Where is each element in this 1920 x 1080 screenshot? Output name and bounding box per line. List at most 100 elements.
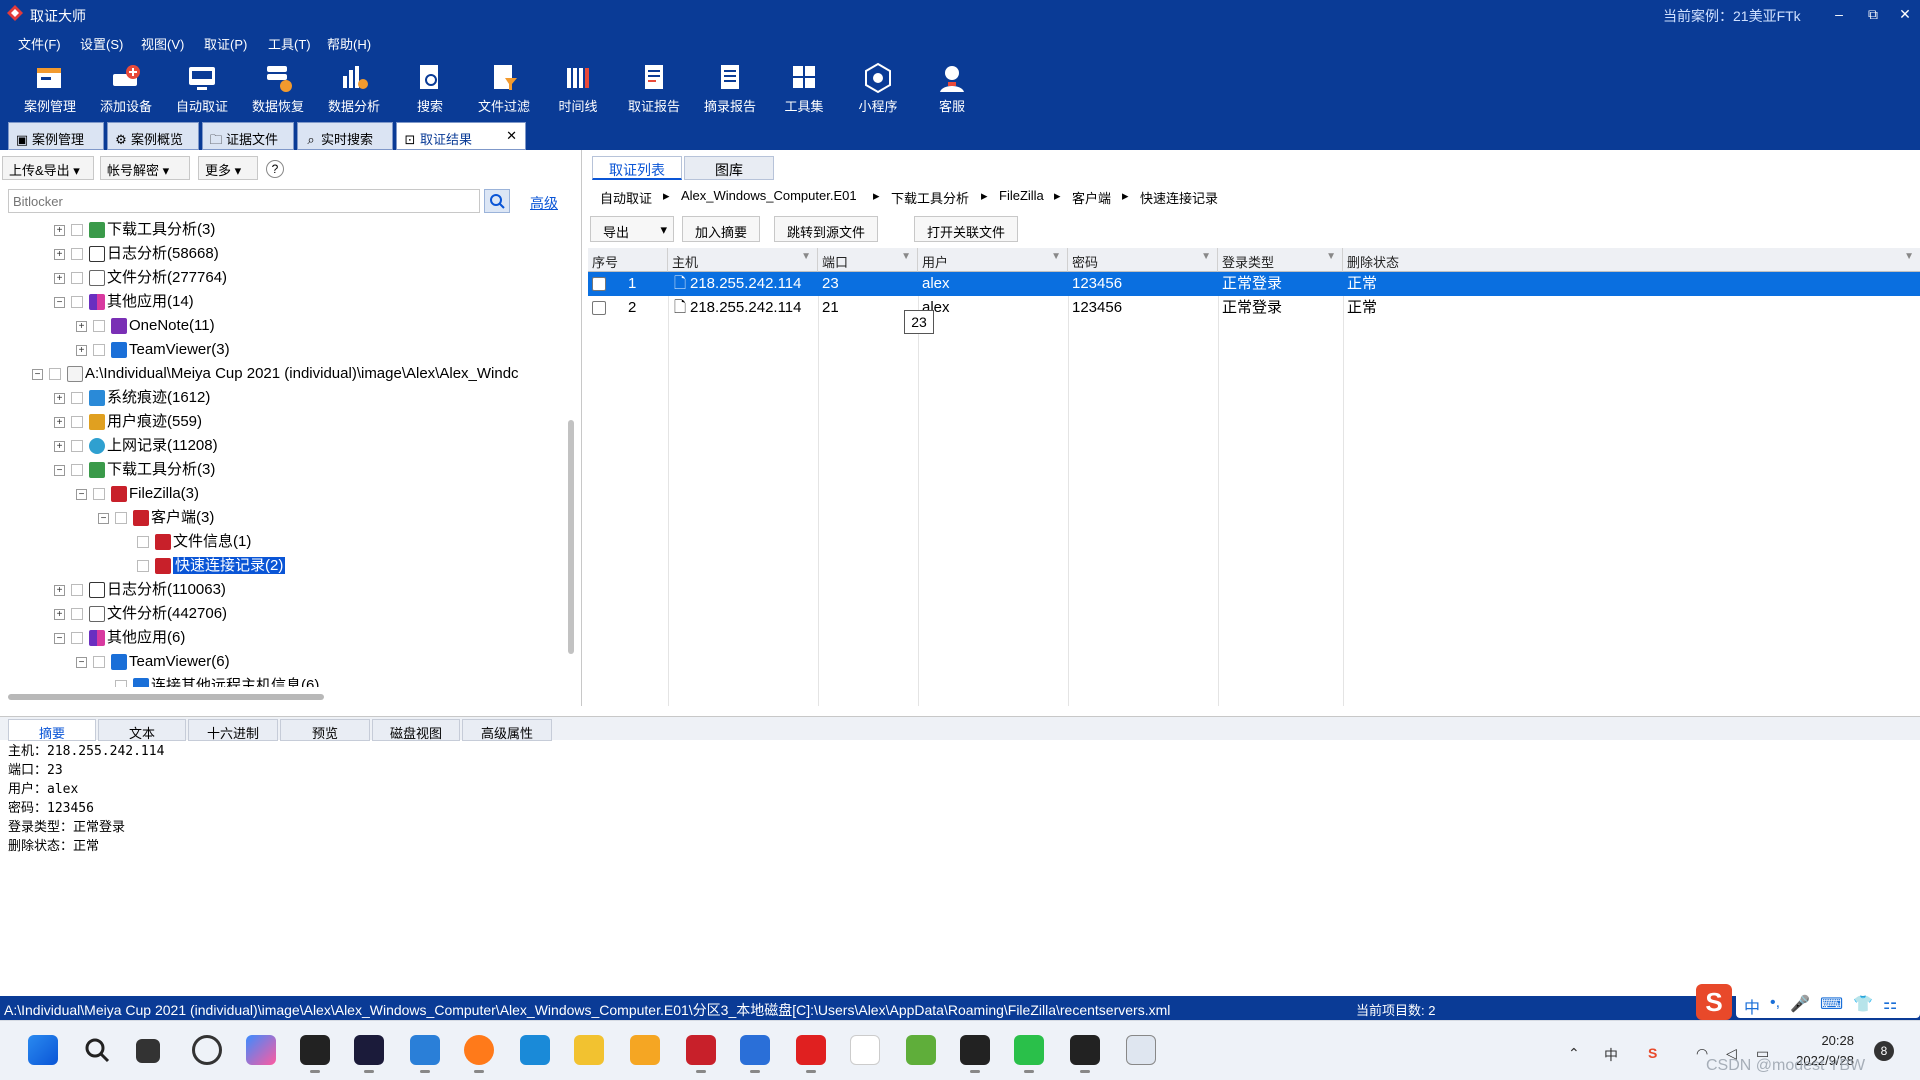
tab-case-overview[interactable]: ⚙ 案例概览 — [107, 122, 199, 150]
tree-checkbox[interactable] — [93, 320, 105, 333]
sogou-ime-icon[interactable]: S — [1696, 984, 1732, 1020]
tree-node[interactable]: + TeamViewer(3) — [76, 339, 230, 361]
chevron-up-icon[interactable]: ⌃ — [1568, 1045, 1580, 1062]
cortana-icon[interactable] — [192, 1035, 222, 1065]
timeline-button[interactable]: 时间线 — [540, 60, 616, 118]
help-icon[interactable]: ? — [266, 160, 284, 178]
column-header[interactable]: 端口 ▼ — [818, 248, 918, 272]
app-icon[interactable] — [1126, 1035, 1156, 1065]
tree-checkbox[interactable] — [71, 584, 83, 597]
jump-source-button[interactable]: 跳转到源文件 — [774, 216, 879, 242]
tree-node[interactable]: − 其他应用(6) — [54, 627, 185, 649]
file-filter-button[interactable]: 文件过滤 — [466, 60, 542, 118]
tree-checkbox[interactable] — [71, 296, 83, 309]
breadcrumb-item[interactable]: FileZilla — [999, 188, 1044, 203]
tree-node[interactable]: + 日志分析(110063) — [54, 579, 226, 601]
customer-service-button[interactable]: 客服 — [914, 60, 990, 118]
tab-summary[interactable]: 摘要 — [8, 719, 96, 741]
tree-search-input[interactable] — [8, 189, 480, 213]
tab-case-management[interactable]: ▣ 案例管理 — [8, 122, 104, 150]
sogou-tray-icon[interactable]: S — [1648, 1045, 1657, 1061]
notification-badge[interactable]: 8 — [1874, 1041, 1894, 1061]
column-header[interactable]: 序号 — [588, 248, 668, 272]
search-icon[interactable] — [82, 1035, 112, 1065]
tree-horizontal-scrollbar[interactable] — [8, 694, 324, 700]
restore-button[interactable]: ⧉ — [1856, 2, 1890, 26]
menu-forensics[interactable]: 取证(P) — [204, 34, 247, 53]
data-analysis-button[interactable]: 数据分析 — [316, 60, 392, 118]
breadcrumb-item[interactable]: 自动取证 — [600, 188, 652, 207]
filter-icon[interactable]: ▼ — [1201, 251, 1211, 262]
tree-node[interactable]: − 下载工具分析(3) — [54, 459, 215, 481]
youdao-icon[interactable] — [796, 1035, 826, 1073]
tree-node[interactable]: + 上网记录(11208) — [54, 435, 218, 457]
tree-node[interactable]: − 其他应用(14) — [54, 291, 194, 313]
column-header[interactable]: 主机 ▼ — [668, 248, 818, 272]
notepad-icon[interactable] — [740, 1035, 770, 1073]
miniprogram-button[interactable]: 小程序 — [840, 60, 916, 118]
add-summary-button[interactable]: 加入摘要 — [682, 216, 761, 242]
firefox-icon[interactable] — [464, 1035, 494, 1073]
filter-icon[interactable]: ▼ — [901, 251, 911, 262]
ime-menu-icon[interactable]: ⚏ — [1883, 994, 1897, 1016]
tree-checkbox[interactable] — [71, 248, 83, 261]
tree-node[interactable]: + 文件分析(277764) — [54, 267, 227, 289]
tree-search-button[interactable] — [484, 189, 510, 213]
tree-checkbox[interactable] — [93, 344, 105, 357]
table-row[interactable]: 1 🗋 218.255.242.114 23 alex 123456 正常登录 … — [588, 272, 1920, 296]
tree-checkbox[interactable] — [71, 392, 83, 405]
tab-evidence-files[interactable]: 🗀 证据文件 — [202, 122, 294, 150]
tree-node[interactable]: − 客户端(3) — [98, 507, 214, 529]
tray-lang-indicator[interactable]: 中 — [1604, 1045, 1618, 1065]
report-button[interactable]: 取证报告 — [616, 60, 692, 118]
tree-node[interactable]: + 用户痕迹(559) — [54, 411, 202, 433]
menu-file[interactable]: 文件(F) — [18, 34, 61, 53]
data-recovery-button[interactable]: 数据恢复 — [240, 60, 316, 118]
tree-vertical-scrollbar[interactable] — [568, 420, 574, 654]
tree-node[interactable]: 连接其他远程主机信息(6) — [98, 675, 319, 687]
tree-node[interactable]: + 下载工具分析(3) — [54, 219, 215, 241]
tree-checkbox[interactable] — [115, 680, 127, 687]
menu-tools[interactable]: 工具(T) — [268, 34, 311, 53]
open-related-button[interactable]: 打开关联文件 — [914, 216, 1019, 242]
tab-advanced-properties[interactable]: 高级属性 — [462, 719, 552, 741]
upload-export-dropdown[interactable]: 上传&导出 ▾ — [2, 156, 94, 180]
column-header[interactable]: 删除状态 ▼ — [1343, 248, 1920, 272]
forensics-app-icon[interactable] — [300, 1035, 330, 1073]
minimize-button[interactable]: – — [1822, 2, 1856, 26]
tree-checkbox[interactable] — [71, 272, 83, 285]
tab-evidence-list[interactable]: 取证列表 — [592, 156, 682, 180]
tab-gallery[interactable]: 图库 — [684, 156, 774, 180]
tree-node[interactable]: + 系统痕迹(1612) — [54, 387, 210, 409]
tree-node[interactable]: − FileZilla(3) — [76, 483, 199, 505]
tree-checkbox[interactable] — [71, 464, 83, 477]
keyboard-icon[interactable]: ⌨ — [1820, 994, 1843, 1016]
app-icon[interactable] — [906, 1035, 936, 1065]
tree-checkbox[interactable] — [93, 656, 105, 669]
menu-view[interactable]: 视图(V) — [141, 34, 184, 53]
tree-node[interactable]: − TeamViewer(6) — [76, 651, 230, 673]
filter-icon[interactable]: ▼ — [1051, 251, 1061, 262]
row-checkbox[interactable] — [592, 277, 606, 291]
tree-node[interactable]: 文件信息(1) — [120, 531, 251, 553]
pen-app-icon[interactable] — [354, 1035, 384, 1073]
tree-node[interactable]: + 文件分析(442706) — [54, 603, 227, 625]
breadcrumb-item[interactable]: 下载工具分析 — [891, 188, 969, 207]
tree-checkbox[interactable] — [137, 560, 149, 573]
app-icon[interactable] — [1070, 1035, 1100, 1073]
tree-checkbox[interactable] — [71, 224, 83, 237]
column-header[interactable]: 用户 ▼ — [918, 248, 1068, 272]
ime-punct-button[interactable]: •, — [1770, 994, 1780, 1016]
tab-disk-view[interactable]: 磁盘视图 — [372, 719, 460, 741]
case-management-button[interactable]: 案例管理 — [12, 60, 88, 118]
auto-forensics-button[interactable]: 自动取证 — [164, 60, 240, 118]
tab-forensics-results[interactable]: ⊡ 取证结果 ✕ — [396, 122, 526, 150]
app-icon[interactable] — [960, 1035, 990, 1073]
close-button[interactable]: ✕ — [1888, 2, 1920, 26]
tab-hex[interactable]: 十六进制 — [188, 719, 278, 741]
toolset-button[interactable]: 工具集 — [766, 60, 842, 118]
tree-checkbox[interactable] — [93, 488, 105, 501]
column-header[interactable]: 登录类型 ▼ — [1218, 248, 1343, 272]
task-view-icon[interactable] — [136, 1039, 160, 1063]
account-decrypt-dropdown[interactable]: 帐号解密 ▾ — [100, 156, 190, 180]
